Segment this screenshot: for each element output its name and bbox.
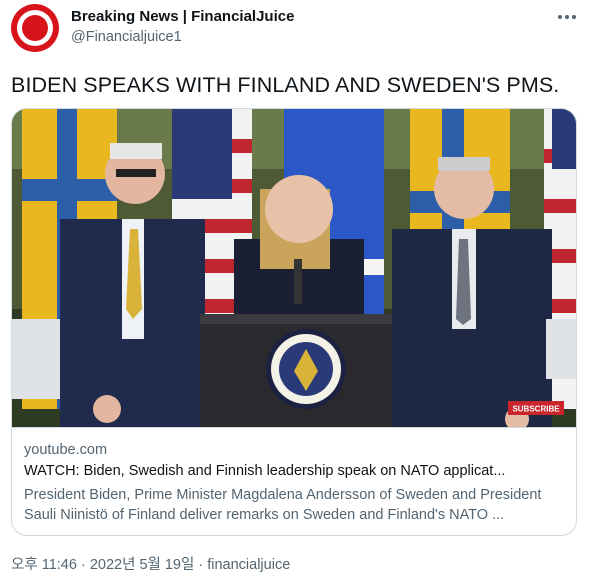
tweet-text: BIDEN SPEAKS WITH FINLAND AND SWEDEN'S P… — [11, 73, 560, 97]
card-media-image[interactable]: SUBSCRIBE — [12, 109, 576, 427]
link-card[interactable]: SUBSCRIBE youtube.com WATCH: Biden, Swed… — [11, 108, 577, 536]
tweet-time[interactable]: 오후 11:46 — [11, 557, 77, 573]
more-horizontal-icon — [558, 15, 576, 19]
tweet: Breaking News | FinancialJuice @Financia… — [0, 0, 590, 586]
subscribe-overlay-label[interactable]: SUBSCRIBE — [512, 405, 560, 414]
card-domain: youtube.com — [24, 442, 108, 458]
tweet-date[interactable]: 2022년 5월 19일 — [90, 557, 195, 573]
press-conference-image: SUBSCRIBE — [12, 109, 576, 427]
author-handle[interactable]: @Financialjuice1 — [71, 29, 182, 45]
card-title: WATCH: Biden, Swedish and Finnish leader… — [24, 463, 506, 479]
card-meta: youtube.com WATCH: Biden, Swedish and Fi… — [12, 427, 576, 535]
tweet-metadata: 오후 11:46 · 2022년 5월 19일 · financialjuice — [11, 553, 290, 574]
more-options-button[interactable] — [555, 6, 579, 28]
avatar[interactable] — [11, 4, 59, 52]
author-display-name[interactable]: Breaking News | FinancialJuice — [71, 8, 294, 25]
financialjuice-logo-icon — [17, 10, 53, 46]
tweet-source[interactable]: financialjuice — [207, 557, 290, 573]
card-description: President Biden, Prime Minister Magdalen… — [24, 487, 542, 523]
meta-separator: · — [76, 557, 90, 573]
meta-separator: · — [194, 557, 208, 573]
